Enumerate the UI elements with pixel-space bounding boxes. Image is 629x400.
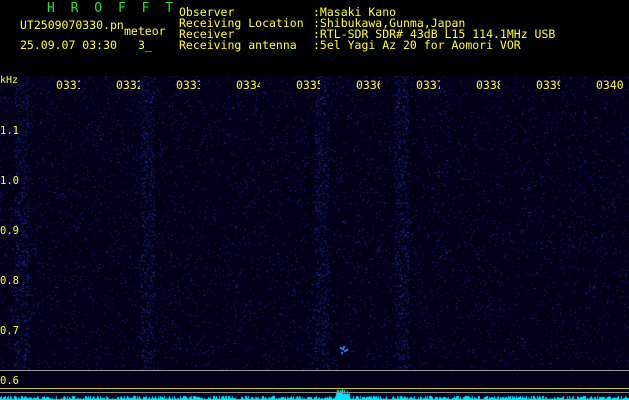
- antenna-value: :5el Yagi Az 20 for Aomori VOR: [313, 38, 521, 52]
- frequency-tick: 0.6: [0, 375, 19, 387]
- baseline-line: [0, 370, 629, 371]
- frequency-tick: 0.9: [0, 225, 19, 237]
- time-tick: 0337: [416, 80, 440, 91]
- time-tick: 0334: [236, 80, 260, 91]
- time-tick: 0333: [176, 80, 200, 91]
- time-tick: 0332: [116, 80, 140, 91]
- file-tag: meteor: [124, 24, 166, 38]
- time-tick: 0340: [596, 80, 624, 91]
- waterfall-spectrogram: [0, 76, 629, 400]
- file-name: UT2509070330.pn: [20, 18, 124, 32]
- time-tick: 0331: [56, 80, 80, 91]
- frequency-tick: 0.8: [0, 275, 19, 287]
- time-tick: 0336: [356, 80, 380, 91]
- antenna-label: Receiving antenna: [179, 38, 297, 52]
- time-tick: 0335: [296, 80, 320, 91]
- hrofft-window: H R O F F T UT2509070330.pn meteor 25.09…: [0, 0, 629, 400]
- frequency-unit-label: kHz: [0, 75, 19, 86]
- threshold-line: [0, 388, 629, 389]
- detection-count: 3_: [138, 38, 152, 52]
- time-tick: 0338: [476, 80, 500, 91]
- time-tick: 0339: [536, 80, 560, 91]
- app-brand: H R O F F T: [47, 1, 178, 16]
- frequency-tick: 0.7: [0, 325, 19, 337]
- spectrum-baseline: [0, 392, 629, 393]
- frequency-tick: 1.0: [0, 175, 19, 187]
- frequency-tick: 1.1: [0, 125, 19, 137]
- date-time: 25.09.07 03:30: [20, 38, 117, 52]
